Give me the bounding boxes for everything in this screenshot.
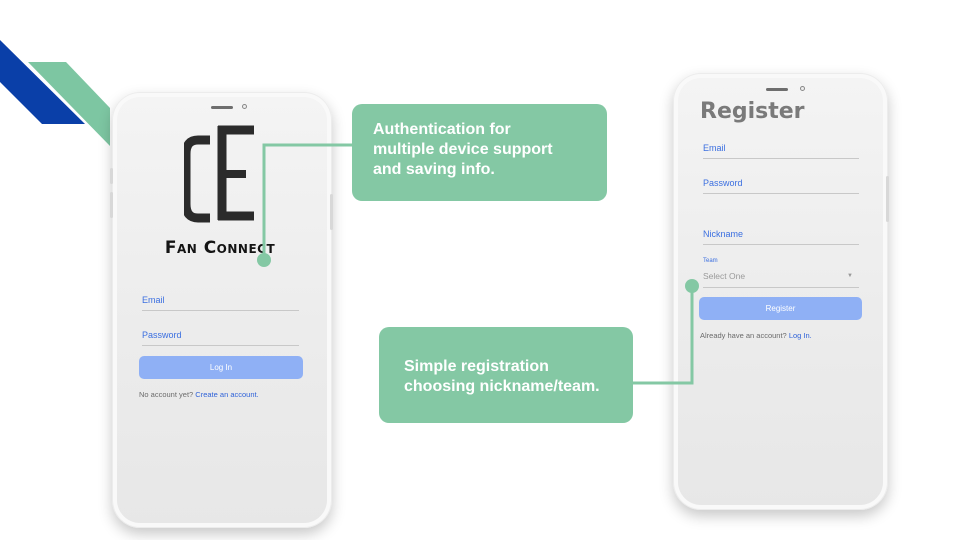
- email-field[interactable]: Email: [142, 295, 299, 311]
- register-button[interactable]: Register: [699, 297, 862, 320]
- phone-camera: [242, 104, 247, 109]
- create-account-link[interactable]: Create an account.: [195, 390, 258, 399]
- callout-authentication: Authentication for multiple device suppo…: [352, 104, 607, 201]
- phone-camera: [800, 86, 805, 91]
- phone-speaker: [211, 106, 233, 109]
- team-label: Team: [703, 258, 718, 264]
- login-link[interactable]: Log In.: [789, 331, 812, 340]
- phone-side-button: [110, 168, 113, 184]
- phone-speaker: [766, 88, 788, 91]
- register-footer: Already have an account? Log In.: [700, 331, 812, 340]
- phone-side-button: [330, 194, 333, 230]
- callout-line: Simple registration: [404, 358, 549, 375]
- callout-registration: Simple registration choosing nickname/te…: [379, 327, 633, 423]
- brand-name: Fan Connect: [164, 238, 276, 258]
- chevron-down-icon: ▼: [847, 273, 853, 279]
- fan-connect-logo-icon: [184, 125, 254, 223]
- login-button[interactable]: Log In: [139, 356, 303, 379]
- callout-line: and saving info.: [373, 161, 495, 178]
- nickname-field[interactable]: Nickname: [703, 229, 859, 245]
- register-title: Register: [700, 99, 805, 124]
- login-footer: No account yet? Create an account.: [139, 390, 259, 399]
- register-email-field[interactable]: Email: [703, 143, 859, 159]
- password-field[interactable]: Password: [142, 330, 299, 346]
- login-footer-text: No account yet?: [139, 390, 194, 399]
- register-phone-frame: [673, 73, 888, 510]
- callout-line: Authentication for: [373, 121, 511, 138]
- team-select[interactable]: Select One ▼: [703, 271, 859, 288]
- callout-line: multiple device support: [373, 141, 553, 158]
- phone-side-button: [886, 176, 889, 222]
- phone-side-button: [110, 192, 113, 218]
- team-select-value: Select One: [703, 271, 746, 281]
- register-password-field[interactable]: Password: [703, 178, 859, 194]
- callout-line: choosing nickname/team.: [404, 378, 600, 395]
- register-footer-text: Already have an account?: [700, 331, 787, 340]
